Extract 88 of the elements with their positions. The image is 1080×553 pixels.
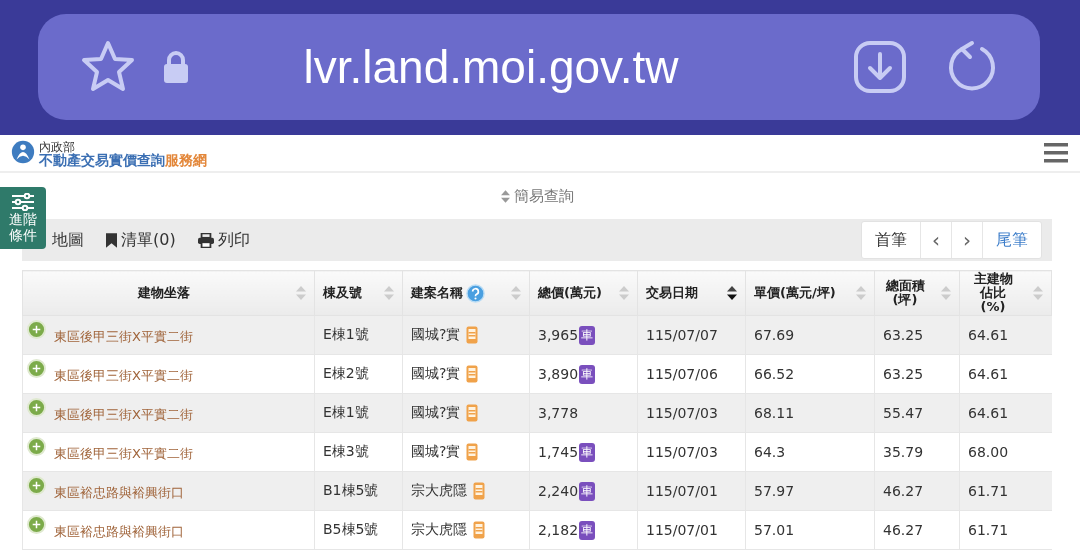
expand-collapse-icon <box>500 189 510 203</box>
table-cell: 1,745 <box>538 443 579 459</box>
sliders-icon <box>11 192 35 211</box>
table-cell: 57.97 <box>754 483 795 499</box>
table-cell: 61.71 <box>968 522 1009 538</box>
menu-icon[interactable] <box>1044 143 1068 163</box>
table-cell: 67.69 <box>754 327 795 343</box>
expand-icon[interactable] <box>27 515 46 534</box>
column-header[interactable]: 建案名稱 <box>411 285 463 301</box>
logo-icon[interactable] <box>10 139 36 165</box>
document-icon[interactable] <box>473 521 485 539</box>
expand-icon[interactable] <box>27 398 46 417</box>
url-text: lvr.land.moi.gov.tw <box>302 40 680 94</box>
document-icon[interactable] <box>466 404 479 422</box>
lock-icon <box>162 50 190 84</box>
table-cell: 115/07/06 <box>646 366 718 382</box>
table-cell: 46.27 <box>883 522 924 538</box>
expand-icon[interactable] <box>27 320 46 339</box>
printer-icon <box>197 232 214 248</box>
table-cell: 宗大虎隱 <box>411 482 467 498</box>
document-icon[interactable] <box>466 365 479 383</box>
table-cell: E棟2號 <box>323 365 369 381</box>
table-cell: 35.79 <box>883 444 924 460</box>
table-cell: 68.11 <box>754 405 795 421</box>
help-icon[interactable] <box>466 283 485 303</box>
table-cell: 64.3 <box>754 444 786 460</box>
map-button[interactable]: 地圖 <box>52 229 84 251</box>
print-button[interactable]: 列印 <box>197 229 250 251</box>
table-cell: 61.71 <box>968 483 1009 499</box>
table-cell: 宗大虎隱 <box>411 521 467 537</box>
table-cell: 68.00 <box>968 444 1009 460</box>
table-cell: 115/07/03 <box>646 405 718 421</box>
table-cell: 國城?實 <box>411 404 461 420</box>
table-cell: 64.61 <box>968 405 1009 421</box>
table-cell: 57.01 <box>754 522 795 538</box>
parking-badge: 車 <box>579 364 596 384</box>
document-icon[interactable] <box>466 326 479 344</box>
download-icon[interactable] <box>852 39 908 95</box>
expand-icon[interactable] <box>27 359 46 378</box>
table-cell: 46.27 <box>883 483 924 499</box>
table-cell: E棟1號 <box>323 326 369 342</box>
table-cell: 63.25 <box>883 327 924 343</box>
document-icon[interactable] <box>466 443 479 461</box>
table-cell: 3,778 <box>538 405 579 421</box>
previous-button[interactable]: ‹ <box>920 222 951 258</box>
column-header[interactable]: 交易日期 <box>646 285 698 301</box>
table-cell: 115/07/01 <box>646 522 718 538</box>
table-cell: 115/07/03 <box>646 444 718 460</box>
parking-badge: 車 <box>579 325 596 345</box>
column-header[interactable]: 建物坐落 <box>137 285 190 301</box>
parking-badge: 車 <box>579 481 596 501</box>
table-cell: E棟1號 <box>323 404 369 420</box>
table-cell: B5棟5號 <box>323 521 379 537</box>
parking-badge: 車 <box>579 442 596 462</box>
bookmark-icon <box>106 232 117 248</box>
next-button[interactable]: › <box>951 222 982 258</box>
table-cell: 115/07/07 <box>646 327 718 343</box>
column-header[interactable]: 棟及號 <box>323 285 362 301</box>
last-page-button[interactable]: 尾筆 <box>982 222 1041 258</box>
expand-icon[interactable] <box>27 437 46 456</box>
advanced-filter-button[interactable]: 進階條件 <box>0 187 46 249</box>
address-bar[interactable]: lvr.land.moi.gov.tw <box>38 14 1040 120</box>
list-button[interactable]: 清單(0) <box>106 229 176 251</box>
table-cell: 2,240 <box>538 482 579 498</box>
expand-icon[interactable] <box>27 476 46 495</box>
table-cell: 64.61 <box>968 327 1009 343</box>
sort-icon[interactable] <box>727 286 737 300</box>
address-link[interactable]: 東區裕忠路與裕興街口 <box>54 523 184 541</box>
address-link[interactable]: 東區裕忠路與裕興街口 <box>54 484 184 502</box>
table-cell: 2,182 <box>538 521 579 537</box>
table-cell: 66.52 <box>754 366 795 382</box>
table-cell: 國城?實 <box>411 365 461 381</box>
table-cell: 63.25 <box>883 366 924 382</box>
document-icon[interactable] <box>473 482 485 500</box>
parking-badge: 車 <box>579 520 596 540</box>
table-cell: 3,890 <box>538 365 579 381</box>
ministry-text: 內政部 <box>39 141 75 153</box>
table-cell: 55.47 <box>883 405 924 421</box>
first-page-button[interactable]: 首筆 <box>862 222 920 258</box>
table-cell: 國城?實 <box>411 443 461 459</box>
table-cell: E棟3號 <box>323 443 369 459</box>
simple-query-toggle[interactable]: 簡易查詢 <box>500 186 574 206</box>
site-title[interactable]: 不動產交易實價查詢服務網 <box>39 153 207 167</box>
table-cell: 64.61 <box>968 366 1009 382</box>
table-cell: 115/07/01 <box>646 483 718 499</box>
table-cell: 3,965 <box>538 326 579 342</box>
table-cell: B1棟5號 <box>323 482 379 498</box>
table-cell: 國城?實 <box>411 326 461 342</box>
